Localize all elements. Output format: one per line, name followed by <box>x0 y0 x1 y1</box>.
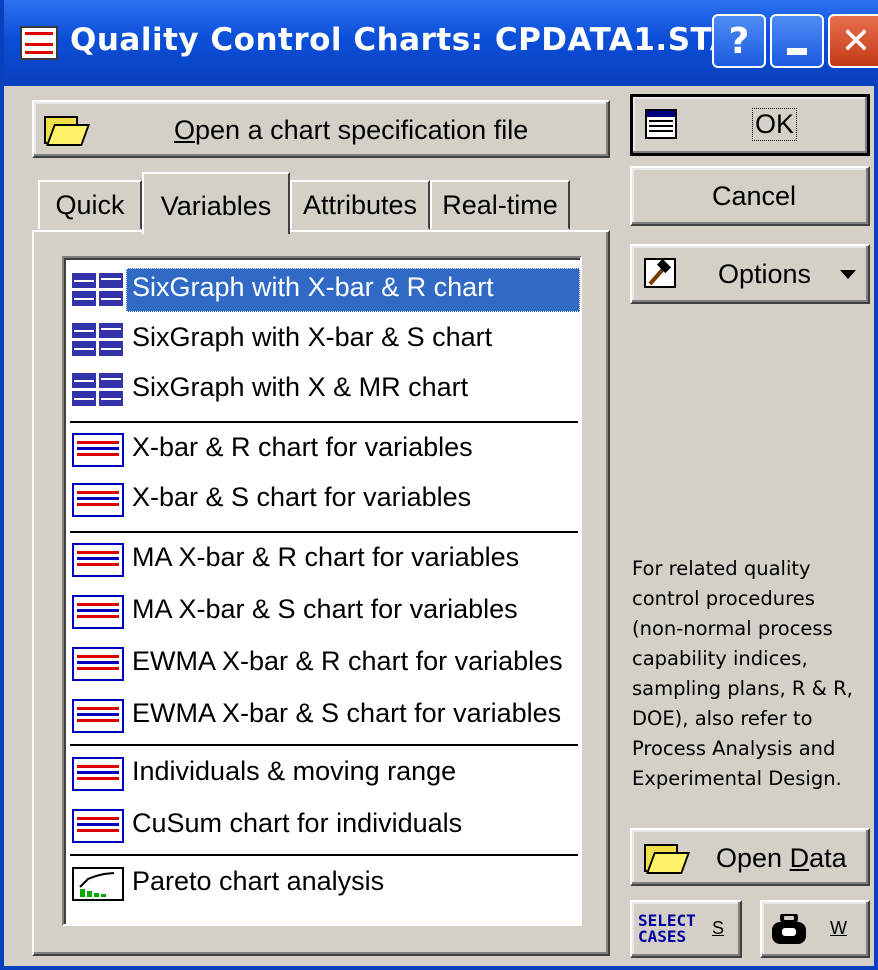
select-cases-icon: SELECT CASES <box>638 913 696 945</box>
open-folder-icon <box>644 842 691 874</box>
window-title: Quality Control Charts: CPDATA1.STA <box>70 22 735 58</box>
select-cases-line2: CASES <box>638 927 687 946</box>
list-item[interactable]: EWMA X-bar & R chart for variables <box>70 640 574 686</box>
tab-quick-label: Quick <box>55 189 125 220</box>
list-item-label: Pareto chart analysis <box>132 866 385 896</box>
dropdown-arrow-icon <box>840 270 856 279</box>
list-item[interactable]: Individuals & moving range <box>70 750 574 796</box>
chart-type-list[interactable]: SixGraph with X-bar & R chart SixGraph w… <box>62 256 582 926</box>
list-item[interactable]: X-bar & R chart for variables <box>70 426 574 472</box>
control-chart-icon <box>72 699 124 733</box>
control-chart-icon <box>72 647 124 681</box>
note-line: DOE), also refer to <box>632 707 813 730</box>
related-procedures-note: For related quality control procedures (… <box>632 554 878 794</box>
quality-control-dialog: Quality Control Charts: CPDATA1.STA ? ✕ … <box>0 0 878 970</box>
hammer-icon <box>644 258 676 288</box>
list-item-label: EWMA X-bar & R chart for variables <box>132 646 563 676</box>
tab-real-time-label: Real-time <box>442 189 558 220</box>
control-chart-icon <box>72 757 124 791</box>
list-item-label: X-bar & R chart for variables <box>132 432 473 462</box>
weight-key: W <box>830 918 847 938</box>
list-separator <box>70 854 578 856</box>
control-chart-icon <box>72 809 124 843</box>
list-item-label: EWMA X-bar & S chart for variables <box>132 698 562 728</box>
list-item-label: CuSum chart for individuals <box>132 808 463 838</box>
list-item-label: MA X-bar & R chart for variables <box>132 542 520 572</box>
weight-button[interactable]: W <box>760 900 870 958</box>
note-line: Process Analysis and <box>632 737 836 760</box>
list-item[interactable]: EWMA X-bar & S chart for variables <box>70 692 574 738</box>
app-chart-icon[interactable] <box>20 26 58 60</box>
note-line: (non-normal process <box>632 617 833 640</box>
list-item-label: MA X-bar & S chart for variables <box>132 594 518 624</box>
cancel-button[interactable]: Cancel <box>630 166 870 226</box>
options-label: Options <box>718 259 812 289</box>
list-separator <box>70 531 578 533</box>
tab-attributes-label: Attributes <box>302 189 418 220</box>
pareto-chart-icon <box>72 867 124 901</box>
open-spec-file-button[interactable]: Open a chart specification file <box>32 100 610 158</box>
control-chart-icon <box>72 595 124 629</box>
select-cases-key: S <box>712 918 725 938</box>
tab-attributes[interactable]: Attributes <box>290 180 430 230</box>
note-line: capability indices, <box>632 647 808 670</box>
sixgraph-icon <box>72 273 124 307</box>
list-item[interactable]: SixGraph with X & MR chart <box>70 366 574 412</box>
list-item[interactable]: MA X-bar & R chart for variables <box>70 536 574 582</box>
list-item-label: Individuals & moving range <box>132 756 457 786</box>
options-button[interactable]: Options <box>630 244 870 304</box>
open-folder-icon <box>44 114 91 146</box>
open-spec-mnemonic: O <box>174 115 196 145</box>
ok-label: OK <box>751 108 798 141</box>
open-data-label-prefix: Open <box>716 843 790 873</box>
cancel-label: Cancel <box>712 181 797 211</box>
tab-quick[interactable]: Quick <box>38 180 142 230</box>
control-chart-icon <box>72 483 124 517</box>
tab-real-time[interactable]: Real-time <box>430 180 570 230</box>
weight-icon <box>772 912 806 944</box>
open-data-label-suffix: ata <box>809 843 847 873</box>
tab-variables[interactable]: Variables <box>142 172 290 234</box>
list-item[interactable]: Pareto chart analysis <box>70 860 574 906</box>
select-cases-button[interactable]: SELECT CASES S <box>630 900 742 958</box>
tab-variables-label: Variables <box>160 190 272 221</box>
title-bar[interactable]: Quality Control Charts: CPDATA1.STA ? ✕ <box>4 0 878 86</box>
list-item-label: X-bar & S chart for variables <box>132 482 472 512</box>
list-item[interactable]: X-bar & S chart for variables <box>70 476 574 522</box>
list-separator <box>70 744 578 746</box>
minimize-button[interactable] <box>770 14 824 68</box>
open-data-button[interactable]: Open Data <box>630 828 870 886</box>
list-item[interactable]: SixGraph with X-bar & R chart <box>70 266 580 312</box>
list-separator <box>70 421 578 423</box>
list-item-label: SixGraph with X & MR chart <box>132 372 469 402</box>
close-button[interactable]: ✕ <box>828 14 878 68</box>
list-item[interactable]: MA X-bar & S chart for variables <box>70 588 574 634</box>
help-button[interactable]: ? <box>712 14 766 68</box>
open-data-mnemonic: D <box>789 843 810 873</box>
open-spec-label: pen a chart specification file <box>195 115 529 145</box>
list-item[interactable]: CuSum chart for individuals <box>70 802 574 848</box>
minimize-icon <box>787 47 807 55</box>
list-item-label: SixGraph with X-bar & S chart <box>132 322 493 352</box>
sixgraph-icon <box>72 323 124 357</box>
sixgraph-icon <box>72 373 124 407</box>
note-line: Experimental Design. <box>632 767 842 790</box>
note-line: For related quality <box>632 557 811 580</box>
control-chart-icon <box>72 543 124 577</box>
control-chart-icon <box>72 433 124 467</box>
ok-button[interactable]: OK <box>630 94 870 156</box>
list-item-label: SixGraph with X-bar & R chart <box>132 272 494 302</box>
list-item[interactable]: SixGraph with X-bar & S chart <box>70 316 574 362</box>
note-line: sampling plans, R & R, <box>632 677 853 700</box>
spreadsheet-icon <box>645 109 677 139</box>
note-line: control procedures <box>632 587 815 610</box>
